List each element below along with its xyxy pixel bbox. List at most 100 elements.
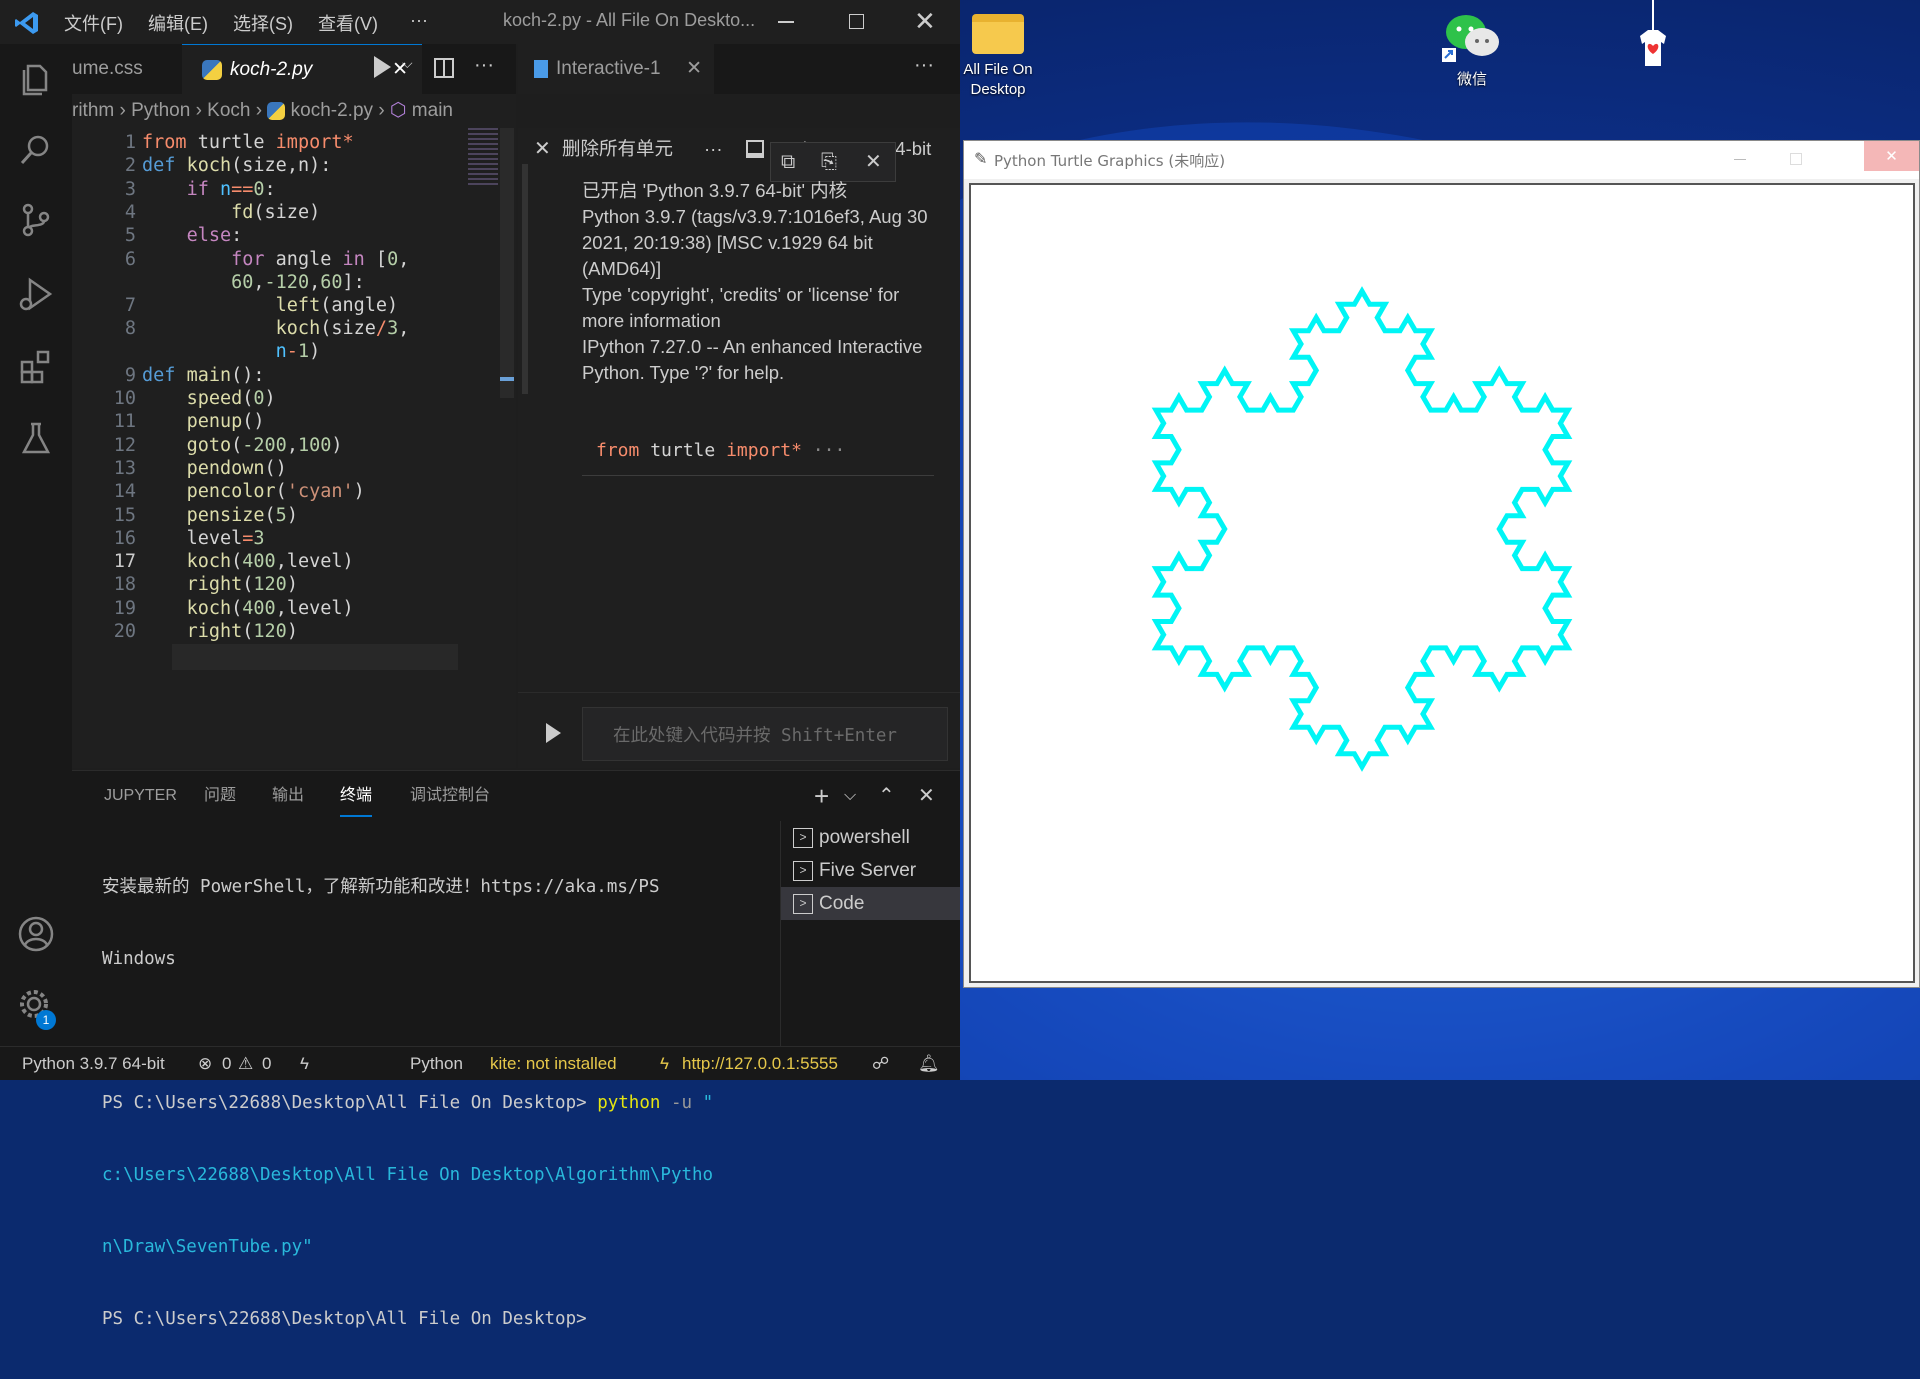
maximize-icon[interactable]	[1790, 153, 1802, 165]
code-line: speed(0)	[186, 388, 276, 409]
line-number: 1	[124, 132, 136, 153]
code-line: if n==0:	[186, 179, 276, 200]
testing-icon[interactable]	[16, 418, 56, 458]
explorer-icon[interactable]	[16, 58, 56, 98]
status-kite[interactable]: kite: not installed	[490, 1054, 617, 1074]
line-number: 12	[113, 435, 136, 456]
status-interpreter[interactable]: Python 3.9.7 64-bit	[22, 1054, 165, 1074]
menu-selection[interactable]: 选择(S)	[233, 10, 293, 36]
close-window-icon[interactable]: ✕	[914, 6, 936, 37]
line-number: 2	[124, 155, 136, 176]
more-actions-icon[interactable]: ···	[704, 128, 722, 170]
scrollbar[interactable]	[500, 128, 514, 398]
vscode-logo-icon	[15, 12, 38, 34]
account-icon[interactable]	[16, 914, 56, 954]
run-python-icon[interactable]	[374, 56, 391, 78]
tab-ume-css[interactable]: ume.css	[72, 44, 182, 94]
collapsed-code-cell[interactable]: from turtle import* ···	[582, 440, 934, 476]
minimize-icon[interactable]	[778, 21, 794, 23]
lightning-icon[interactable]: ϟ	[300, 1054, 309, 1074]
minimize-icon[interactable]	[1734, 159, 1746, 160]
chevron-down-icon[interactable]: ⌵	[844, 771, 856, 821]
line-number: 8	[124, 318, 136, 339]
close-panel-icon[interactable]: ✕	[918, 771, 935, 821]
clear-all-label[interactable]: 删除所有单元	[562, 128, 673, 170]
terminal-item-five-server[interactable]: > Five Server	[781, 854, 960, 887]
bell-icon[interactable]: 🔔︎	[918, 1054, 940, 1074]
status-server[interactable]: http://127.0.0.1:5555	[682, 1054, 838, 1074]
code-line: koch(size/3,	[275, 318, 410, 339]
more-actions-icon[interactable]: ···	[474, 54, 494, 77]
shirt-icon[interactable]	[1634, 0, 1672, 70]
turtle-window: ✎ Python Turtle Graphics (未响应) ✕	[963, 140, 1920, 988]
breadcrumb-item[interactable]: rithm	[72, 100, 114, 121]
document-icon	[534, 59, 548, 78]
close-tab-icon[interactable]: ✕	[686, 44, 702, 94]
warning-icon[interactable]: ⚠	[238, 1054, 253, 1074]
code-editor[interactable]: 1 2 3 4 5 6 7 8 9 10 11 12 13 14 15 16 1…	[72, 128, 516, 768]
breadcrumb-item[interactable]: main	[412, 100, 453, 121]
run-dropdown-icon[interactable]: ⌵	[402, 55, 413, 72]
code-line: right(120)	[186, 621, 298, 642]
minimap[interactable]	[468, 128, 498, 188]
tab-output[interactable]: 输出	[272, 771, 304, 821]
source-control-icon[interactable]	[16, 200, 56, 240]
delete-cell-icon[interactable]: ✕	[865, 143, 882, 181]
desktop-icon-folder[interactable]: All File On Desktop	[958, 10, 1038, 100]
new-terminal-icon[interactable]: +	[814, 771, 829, 821]
terminal-item-code[interactable]: > Code	[781, 887, 960, 920]
status-language[interactable]: Python	[410, 1054, 463, 1074]
tab-debug-console[interactable]: 调试控制台	[410, 771, 490, 821]
code-line: pencolor('cyan')	[186, 481, 365, 502]
status-errors[interactable]: 0	[222, 1054, 231, 1074]
tab-problems[interactable]: 问题	[204, 771, 236, 821]
tab-terminal[interactable]: 终端	[340, 771, 373, 817]
copy-icon[interactable]: ⧉	[781, 143, 795, 181]
terminal-line: n\Draw\SevenTube.py"	[102, 1237, 313, 1257]
terminal-command: python	[597, 1093, 661, 1113]
maximize-icon[interactable]	[849, 14, 864, 29]
maximize-panel-icon[interactable]: ⌃	[878, 771, 895, 821]
interactive-window: ✕ 删除所有单元 ··· Python 3.9.7 64-bit ⧉ ⎘ ✕ 已…	[518, 128, 960, 768]
feedback-icon[interactable]: ☍	[872, 1054, 889, 1074]
menu-view[interactable]: 查看(V)	[318, 10, 378, 36]
menu-file[interactable]: 文件(F)	[64, 10, 123, 36]
code-line: level=3	[186, 528, 265, 549]
extensions-icon[interactable]	[16, 346, 56, 386]
line-number: 3	[124, 179, 136, 200]
more-actions-icon[interactable]: ···	[914, 54, 934, 77]
breadcrumb-item[interactable]: koch-2.py	[291, 100, 373, 121]
close-window-icon[interactable]: ✕	[1864, 141, 1919, 171]
terminal-prompt: PS C:\Users\22688\Desktop\All File On De…	[102, 1093, 598, 1113]
split-editor-icon[interactable]	[434, 58, 454, 78]
koch-snowflake	[1151, 286, 1573, 772]
menu-more[interactable]: ···	[410, 10, 428, 31]
code-line: fd(size)	[231, 202, 321, 223]
search-icon[interactable]	[16, 130, 56, 170]
menu-edit[interactable]: 编辑(E)	[148, 10, 208, 36]
error-icon[interactable]: ⊗	[198, 1054, 212, 1074]
turtle-canvas[interactable]	[969, 183, 1915, 983]
terminal-item-powershell[interactable]: > powershell	[781, 821, 960, 854]
code-line: for angle in [0,	[231, 249, 410, 270]
breadcrumb-item[interactable]: Python	[131, 100, 190, 121]
run-debug-icon[interactable]	[16, 274, 56, 314]
panel-tabs: JUPYTER 问题 输出 终端 调试控制台 + ⌵ ⌃ ✕	[72, 771, 960, 821]
scrollbar[interactable]	[522, 164, 528, 394]
line-number: 17	[113, 551, 136, 572]
code-line: def koch(size,n):	[142, 155, 332, 176]
terminal-name: Five Server	[819, 860, 917, 881]
tab-interactive-1[interactable]: Interactive-1 ✕	[518, 44, 714, 94]
tab-label: ume.css	[72, 58, 143, 79]
run-cell-icon[interactable]	[546, 723, 561, 743]
line-number: 15	[113, 505, 136, 526]
code-input[interactable]: 在此处键入代码并按 Shift+Enter	[582, 707, 948, 761]
breadcrumb-item[interactable]: Koch	[207, 100, 250, 121]
line-number: 4	[124, 202, 136, 223]
clear-all-icon[interactable]: ✕	[534, 128, 551, 170]
status-warnings[interactable]: 0	[262, 1054, 271, 1074]
desktop-icon-wechat[interactable]: 微信	[1432, 10, 1512, 90]
goto-code-icon[interactable]: ⎘	[821, 143, 837, 181]
tab-jupyter[interactable]: JUPYTER	[104, 771, 177, 821]
terminal-output[interactable]: 安装最新的 PowerShell，了解新功能和改进！https://aka.ms…	[102, 827, 742, 1379]
